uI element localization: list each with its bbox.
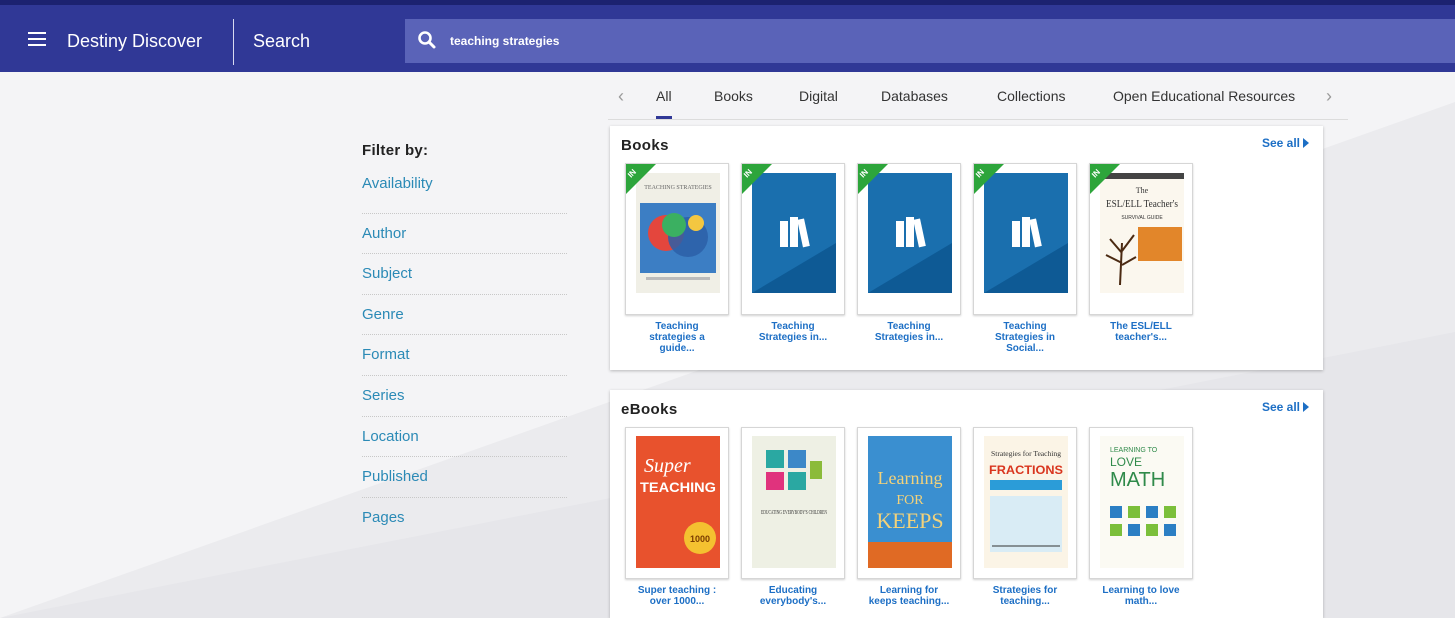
cover-text: Super (644, 455, 691, 477)
chevron-left-icon[interactable]: ‹ (618, 86, 624, 107)
filter-genre[interactable]: Genre (362, 295, 567, 336)
cover-text: The (1136, 186, 1149, 195)
cover-text: 1000 (690, 534, 710, 544)
book-cover-card[interactable]: EDUCATING EVERYBODY'S CHILDREN (741, 427, 845, 579)
cover-text: KEEPS (876, 508, 943, 533)
book-cover-image: Learning FOR KEEPS (868, 436, 952, 568)
filter-pages[interactable]: Pages (362, 498, 567, 539)
books-see-all-link[interactable]: See all (1262, 136, 1309, 150)
ebooks-panel: eBooks See all Super TEACHING 1000 Super… (610, 390, 1323, 618)
search-box[interactable] (405, 19, 1455, 63)
book-item[interactable]: IN Teaching Strategies in... (741, 163, 845, 343)
filter-sidebar: Filter by: Availability Author Subject G… (362, 142, 567, 538)
search-icon[interactable] (417, 30, 437, 50)
header-divider (233, 19, 234, 65)
book-cover-card[interactable]: IN (973, 163, 1077, 315)
cover-text: TEACHING (640, 479, 716, 495)
cover-title-text: MATH (1110, 469, 1165, 491)
cover-text: Learning (878, 468, 943, 488)
book-cover-card[interactable]: IN (857, 163, 961, 315)
book-cover-card[interactable]: LEARNING TO LOVE MATH (1089, 427, 1193, 579)
book-cover-card[interactable]: Learning FOR KEEPS (857, 427, 961, 579)
chevron-right-icon[interactable]: › (1326, 86, 1332, 107)
book-title[interactable]: Teaching Strategies in Social... (973, 321, 1077, 354)
book-cover-card[interactable]: IN (741, 163, 845, 315)
filter-author[interactable]: Author (362, 214, 567, 255)
top-bar: Destiny Discover Search (0, 0, 1455, 72)
book-cover-image: LEARNING TO LOVE MATH (1100, 436, 1184, 568)
ebook-item[interactable]: Strategies for Teaching FRACTIONS Strate… (973, 427, 1077, 607)
tab-books[interactable]: Books (714, 88, 753, 104)
filter-subject[interactable]: Subject (362, 254, 567, 295)
book-cover-image: Strategies for Teaching FRACTIONS (984, 436, 1068, 568)
cover-title-text: ESL/ELL Teacher's (1106, 199, 1178, 210)
ebook-item[interactable]: Super TEACHING 1000 Super teaching : ove… (625, 427, 729, 607)
filter-format[interactable]: Format (362, 335, 567, 376)
play-arrow-icon (1303, 402, 1309, 412)
search-input[interactable] (450, 19, 1350, 63)
ebooks-see-all-link[interactable]: See all (1262, 400, 1309, 414)
tab-all[interactable]: All (656, 88, 672, 119)
cover-subtitle-text: SURVIVAL GUIDE (1121, 215, 1163, 221)
book-title[interactable]: Teaching Strategies in... (857, 321, 961, 343)
book-cover-card[interactable]: The ESL/ELL Teacher's SURVIVAL GUIDE IN (1089, 163, 1193, 315)
cover-text: LOVE (1110, 455, 1142, 469)
ebooks-panel-title: eBooks (621, 401, 678, 418)
cover-title-text: FRACTIONS (989, 463, 1063, 477)
page-label: Search (253, 31, 311, 51)
play-arrow-icon (1303, 138, 1309, 148)
tab-open-educational-resources[interactable]: Open Educational Resources (1113, 88, 1325, 104)
filter-series[interactable]: Series (362, 376, 567, 417)
book-cover-card[interactable]: TEACHING STRATEGIES IN (625, 163, 729, 315)
book-item[interactable]: TEACHING STRATEGIES IN Teaching strategi… (625, 163, 729, 354)
book-title[interactable]: The ESL/ELL teacher's... (1089, 321, 1193, 343)
book-cover-card[interactable]: Strategies for Teaching FRACTIONS (973, 427, 1077, 579)
tab-digital[interactable]: Digital (799, 88, 838, 104)
book-title[interactable]: Learning to love math... (1089, 585, 1193, 607)
category-tabs: ‹ All Books Digital Databases Collection… (608, 82, 1348, 120)
cover-text: LEARNING TO (1110, 447, 1158, 454)
book-item[interactable]: The ESL/ELL Teacher's SURVIVAL GUIDE IN … (1089, 163, 1193, 343)
book-cover-card[interactable]: Super TEACHING 1000 (625, 427, 729, 579)
ebook-item[interactable]: LEARNING TO LOVE MATH Learning to love m… (1089, 427, 1193, 607)
filter-location[interactable]: Location (362, 417, 567, 458)
book-cover-image: EDUCATING EVERYBODY'S CHILDREN (752, 436, 836, 568)
ebook-item[interactable]: Learning FOR KEEPS Learning for keeps te… (857, 427, 961, 607)
books-panel: Books See all TEACHING STRATEGIES IN Tea… (610, 126, 1323, 370)
book-title[interactable]: Educating everybody's... (741, 585, 845, 607)
books-panel-title: Books (621, 137, 669, 154)
book-title[interactable]: Strategies for teaching... (973, 585, 1077, 607)
book-cover-image: Super TEACHING 1000 (636, 436, 720, 568)
book-item[interactable]: IN Teaching Strategies in... (857, 163, 961, 343)
filter-heading: Filter by: (362, 142, 429, 159)
book-title[interactable]: Learning for keeps teaching... (857, 585, 961, 607)
cover-text: FOR (896, 493, 924, 508)
tab-collections[interactable]: Collections (997, 88, 1065, 104)
book-item[interactable]: IN Teaching Strategies in Social... (973, 163, 1077, 354)
book-title[interactable]: Teaching Strategies in... (741, 321, 845, 343)
cover-text: Strategies for Teaching (991, 450, 1062, 458)
filter-published[interactable]: Published (362, 457, 567, 498)
filter-availability[interactable]: Availability (362, 173, 567, 214)
ebook-item[interactable]: EDUCATING EVERYBODY'S CHILDREN Educating… (741, 427, 845, 607)
cover-title-text: EDUCATING EVERYBODY'S CHILDREN (761, 510, 827, 516)
app-title[interactable]: Destiny Discover (67, 31, 202, 52)
tab-databases[interactable]: Databases (881, 88, 948, 104)
hamburger-menu-icon[interactable] (28, 32, 46, 46)
book-title[interactable]: Super teaching : over 1000... (625, 585, 729, 607)
book-title[interactable]: Teaching strategies a guide... (625, 321, 729, 354)
